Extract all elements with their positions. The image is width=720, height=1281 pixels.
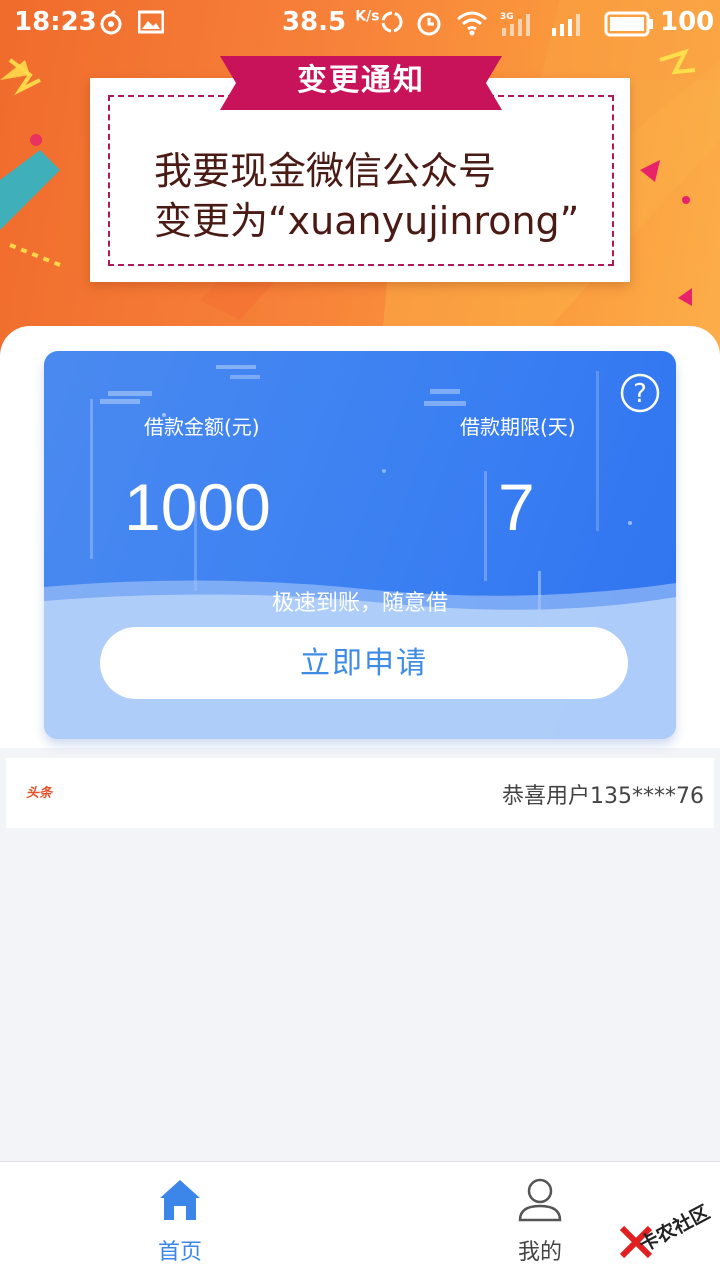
user-icon — [518, 1178, 562, 1222]
battery-icon — [604, 11, 653, 37]
watermark-text: 卡农社区 — [635, 1201, 714, 1257]
wifi-icon — [457, 11, 487, 36]
tab-mine-label: 我的 — [517, 1240, 562, 1265]
ticker-tag: 头条 — [26, 786, 53, 801]
notice-card: 变更通知 我要现金微信公众号 变更为“xuanyujinrong” — [90, 56, 630, 282]
notice-line-2: 变更为“xuanyujinrong” — [154, 199, 580, 243]
watermark: 卡农社区 — [612, 1196, 718, 1262]
term-value[interactable]: 7 — [498, 469, 535, 545]
amount-label: 借款金额(元) — [144, 415, 260, 439]
battery-level: 100 — [660, 7, 715, 37]
signal-icon — [552, 14, 580, 36]
card-slogan: 极速到账，随意借 — [271, 591, 448, 616]
image-icon — [138, 10, 164, 34]
status-time: 18:23 — [14, 7, 97, 37]
term-label: 借款期限(天) — [460, 415, 576, 439]
sync-icon — [381, 11, 403, 33]
netease-icon — [100, 10, 122, 35]
amount-value[interactable]: 1000 — [124, 469, 271, 545]
alarm-icon — [417, 12, 441, 36]
notice-ribbon: 变更通知 — [220, 52, 502, 114]
notice-line-1: 我要现金微信公众号 — [154, 149, 497, 193]
tab-home-label: 首页 — [157, 1240, 202, 1265]
notice-body: 我要现金微信公众号 变更为“xuanyujinrong” — [154, 146, 579, 246]
status-bar: 18:23 38.5 K/s 3G 100 — [0, 0, 720, 48]
signal-3g-icon: 3G — [500, 12, 530, 36]
tab-home[interactable]: 首页 — [100, 1162, 260, 1281]
loan-card: ? 借款金额(元) 借款期限(天) 1000 7 极速到账，随意借 立即申请 — [44, 351, 676, 739]
ticker-message: 恭喜用户135****76 — [502, 784, 704, 809]
news-ticker[interactable]: 头条 恭喜用户135****76 — [6, 758, 714, 828]
network-speed: 38.5 K/s — [282, 7, 380, 37]
home-icon — [160, 1180, 200, 1220]
tab-mine[interactable]: 我的 — [460, 1162, 620, 1281]
svg-text:?: ? — [633, 379, 647, 409]
notice-title: 变更通知 — [297, 63, 425, 98]
apply-button[interactable]: 立即申请 — [100, 627, 628, 699]
svg-text:3G: 3G — [500, 12, 514, 22]
help-icon[interactable]: ? — [620, 373, 660, 413]
header-banner: 18:23 38.5 K/s 3G 100 变更通知 我要现金微信公众号 变更为… — [0, 0, 720, 360]
